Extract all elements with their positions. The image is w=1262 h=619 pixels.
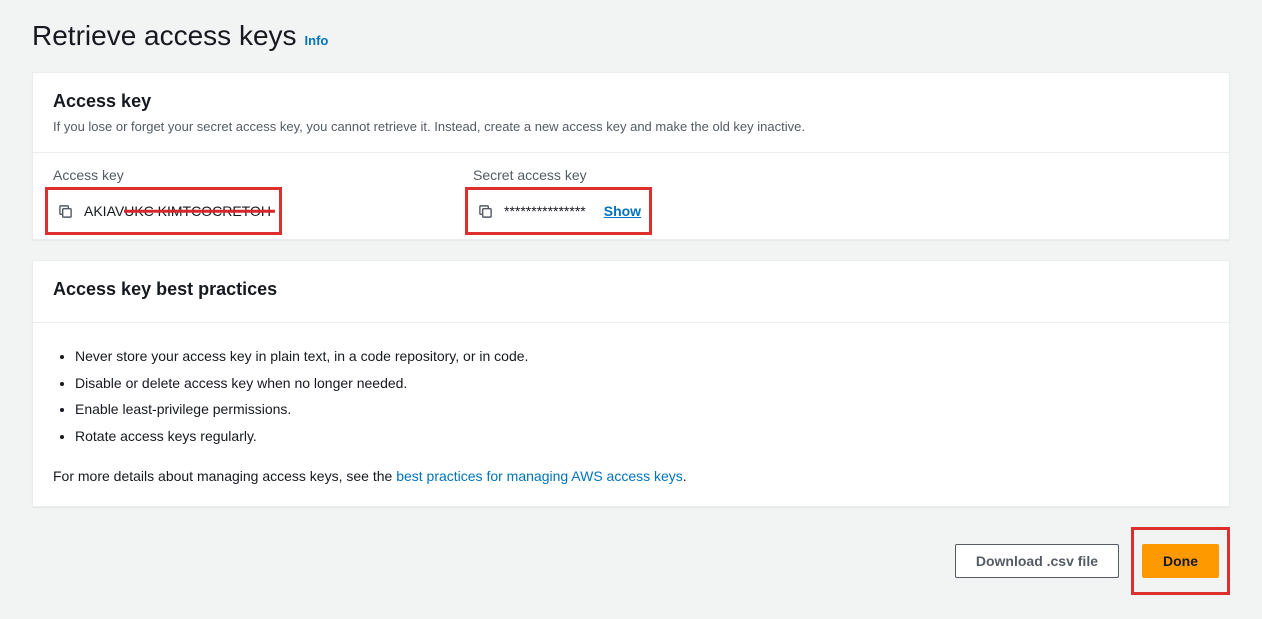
- more-details-text: For more details about managing access k…: [53, 468, 1209, 484]
- access-key-redacted: UKC KIMTCOCRETOH: [124, 203, 271, 219]
- access-key-panel-description: If you lose or forget your secret access…: [53, 118, 1209, 136]
- best-practices-panel: Access key best practices Never store yo…: [32, 260, 1230, 506]
- access-key-column-label: Access key: [53, 167, 433, 183]
- best-practices-link[interactable]: best practices for managing AWS access k…: [396, 468, 683, 484]
- more-details-prefix: For more details about managing access k…: [53, 468, 396, 484]
- best-practices-list: Never store your access key in plain tex…: [53, 343, 1209, 449]
- done-highlight: Done: [1131, 527, 1230, 595]
- copy-secret-key-button[interactable]: [476, 202, 494, 220]
- secret-key-column-label: Secret access key: [473, 167, 853, 183]
- copy-icon: [478, 204, 493, 219]
- more-details-suffix: .: [683, 468, 687, 484]
- done-button[interactable]: Done: [1142, 544, 1219, 578]
- secret-key-masked: ***************: [504, 203, 586, 219]
- best-practices-title: Access key best practices: [53, 279, 1209, 300]
- list-item: Never store your access key in plain tex…: [75, 343, 1209, 370]
- download-csv-button[interactable]: Download .csv file: [955, 544, 1119, 578]
- access-key-prefix: AKIAV: [84, 203, 124, 219]
- secret-key-highlight: *************** Show: [465, 187, 652, 235]
- page-title: Retrieve access keys: [32, 20, 297, 52]
- list-item: Disable or delete access key when no lon…: [75, 370, 1209, 397]
- info-link[interactable]: Info: [305, 33, 329, 48]
- list-item: Rotate access keys regularly.: [75, 423, 1209, 450]
- copy-access-key-button[interactable]: [56, 202, 74, 220]
- access-key-value: AKIAVUKC KIMTCOCRETOH: [84, 203, 271, 219]
- list-item: Enable least-privilege permissions.: [75, 396, 1209, 423]
- copy-icon: [58, 204, 73, 219]
- button-row: Download .csv file Done: [32, 527, 1230, 595]
- show-secret-button[interactable]: Show: [604, 203, 641, 219]
- access-key-highlight: AKIAVUKC KIMTCOCRETOH: [45, 187, 282, 235]
- access-key-panel: Access key If you lose or forget your se…: [32, 72, 1230, 240]
- access-key-panel-title: Access key: [53, 91, 1209, 112]
